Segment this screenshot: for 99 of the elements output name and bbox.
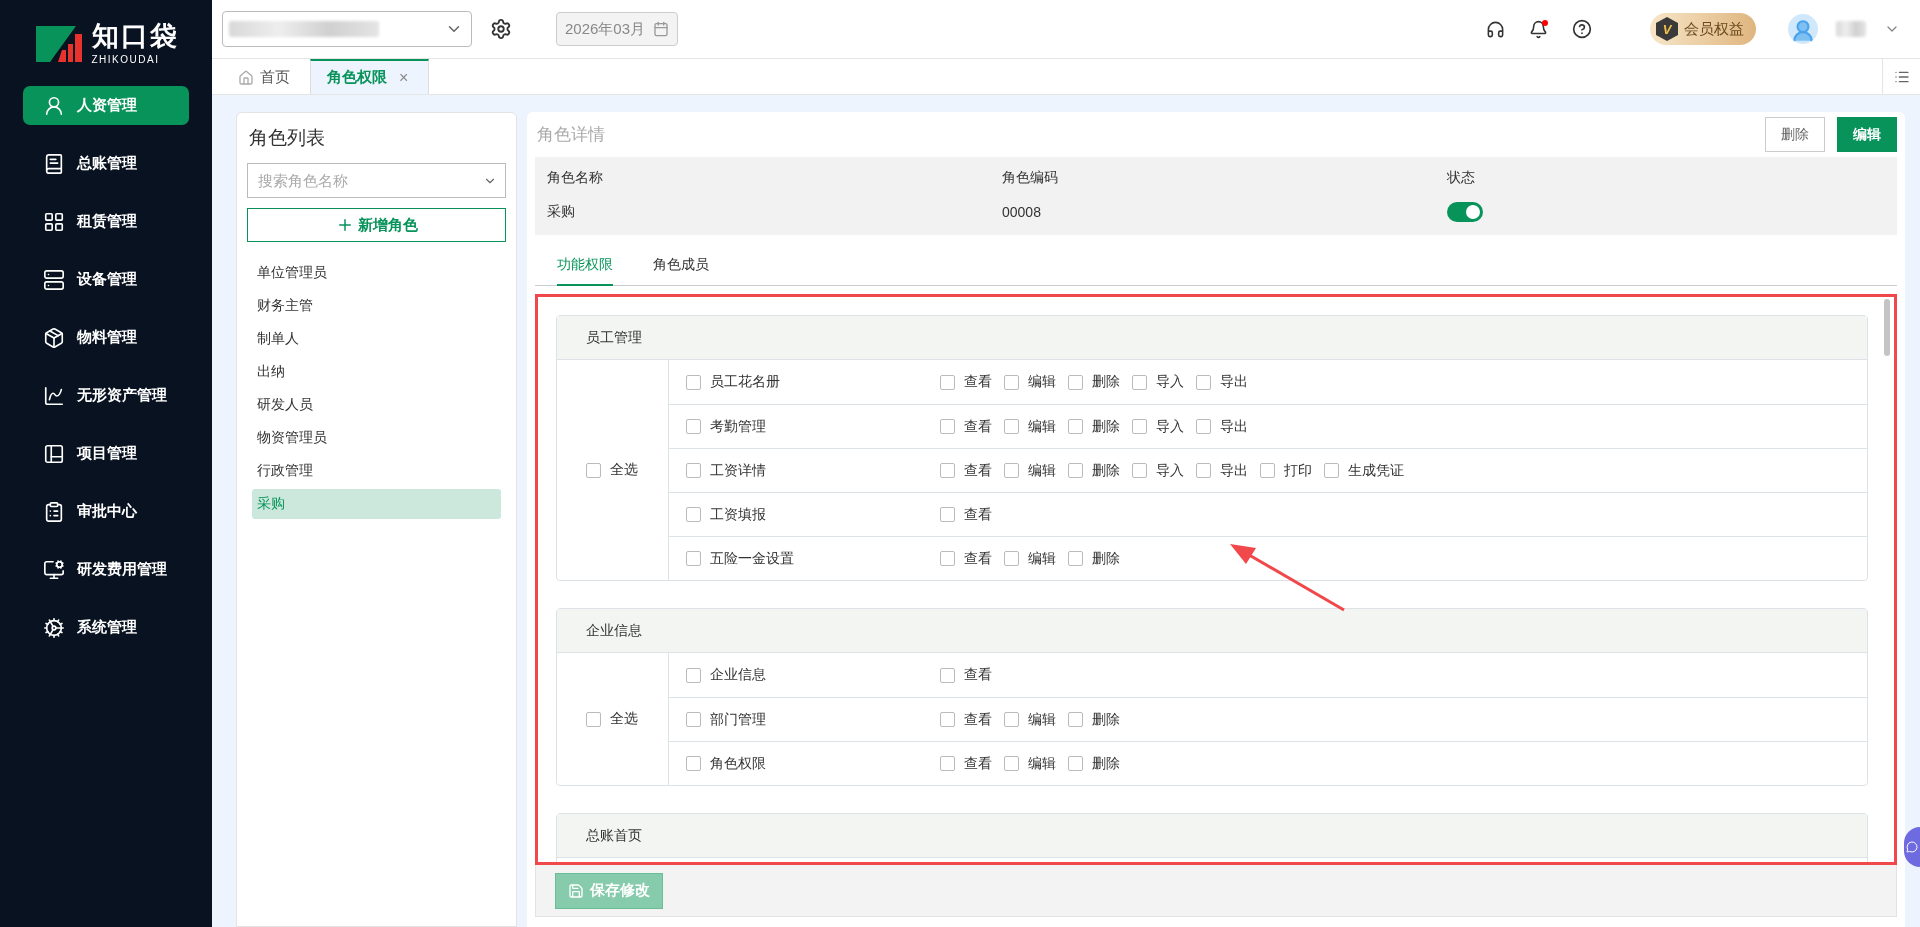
permission-checkbox[interactable]: 编辑 [1004,754,1056,773]
package-icon [43,326,65,349]
permission-checkbox[interactable]: 删除 [1068,461,1120,480]
permission-checkbox[interactable]: 查看 [940,373,992,391]
sidebar-item[interactable]: 总账管理 [23,144,189,183]
sidebar-item[interactable]: 物料管理 [23,318,189,357]
clipboard-icon [43,500,65,523]
settings-icon [43,616,65,639]
group-title: 员工管理 [557,316,1867,360]
sidebar-item[interactable]: 设备管理 [23,260,189,299]
permission-checkbox[interactable]: 导入 [1132,417,1184,436]
permission-checkbox[interactable]: 编辑 [1004,549,1056,568]
permission-checkbox[interactable]: 编辑 [1004,417,1056,436]
permission-checkbox[interactable]: 导出 [1196,461,1248,480]
avatar[interactable] [1788,14,1818,44]
permission-checkbox[interactable]: 编辑 [1004,710,1056,729]
permission-checkbox[interactable]: 编辑 [1004,461,1056,480]
home-icon [238,69,254,86]
permission-checkbox[interactable]: 删除 [1068,417,1120,436]
permission-checkbox[interactable]: 查看 [940,461,992,480]
sidebar-item[interactable]: 租赁管理 [23,202,189,241]
role-item[interactable]: 单位管理员 [252,258,501,288]
headset-icon[interactable] [1486,19,1505,39]
server-icon [43,268,65,291]
detail-tab[interactable]: 功能权限 [557,245,613,286]
layout-icon [43,442,65,465]
save-icon [568,882,584,899]
role-item[interactable]: 财务主管 [252,291,501,321]
role-item[interactable]: 研发人员 [252,390,501,420]
role-item[interactable]: 行政管理 [252,456,501,486]
sidebar-item[interactable]: 研发费用管理 [23,550,189,589]
permission-checkbox[interactable]: 查看 [940,549,992,568]
status-switch[interactable] [1447,202,1483,222]
panel-title: 角色详情 [536,124,605,146]
settings-icon[interactable] [490,18,512,40]
permission-checkbox[interactable]: 角色权限 [686,754,766,773]
permission-checkbox[interactable]: 删除 [1068,373,1120,391]
chart-icon [43,384,65,407]
permission-checkbox[interactable]: 查看 [940,710,992,729]
sidebar-item[interactable]: 系统管理 [23,608,189,647]
add-role-button[interactable]: 新增角色 [247,208,506,242]
permission-checkbox[interactable]: 查看 [940,754,992,773]
role-item[interactable]: 物资管理员 [252,423,501,453]
vip-button[interactable]: V 会员权益 [1650,13,1756,45]
permission-checkbox[interactable]: 考勤管理 [686,417,766,436]
field-label: 状态 [1447,169,1476,187]
vip-badge-icon: V [1656,17,1678,41]
logo-subtitle: ZHIKOUDAI [91,54,161,65]
role-item[interactable]: 制单人 [252,324,501,354]
edit-button[interactable]: 编辑 [1837,117,1897,152]
delete-button[interactable]: 删除 [1765,117,1825,152]
field-value: 采购 [547,202,576,221]
bell-icon[interactable] [1529,19,1548,39]
permission-checkbox[interactable]: 打印 [1260,461,1312,480]
group-title: 总账首页 [557,814,1867,858]
calendar-icon [653,21,670,37]
person-icon [43,94,65,117]
sidebar-item[interactable]: 无形资产管理 [23,376,189,415]
permission-checkbox[interactable]: 五险一金设置 [686,549,794,568]
search-select[interactable]: 搜索角色名称 [247,163,506,198]
user-name-blurred [1836,21,1866,37]
permission-checkbox[interactable]: 删除 [1068,754,1120,773]
permission-checkbox[interactable]: 企业信息 [686,666,766,684]
group-title: 企业信息 [557,609,1867,653]
sidebar-item[interactable]: 审批中心 [23,492,189,531]
field-value: 00008 [1002,203,1042,222]
permission-checkbox[interactable]: 生成凭证 [1324,461,1404,480]
permission-checkbox[interactable]: 工资填报 [686,505,766,524]
permission-checkbox[interactable]: 导出 [1196,373,1248,391]
page-tab[interactable]: 角色权限 × [310,59,430,94]
sidebar-item[interactable]: 人资管理 [23,86,189,125]
permission-checkbox[interactable]: 导出 [1196,417,1248,436]
permission-checkbox[interactable]: 查看 [940,417,992,436]
grid-icon [43,210,65,233]
user-icon [1790,18,1816,44]
panel-title: 角色列表 [249,126,326,150]
permission-checkbox[interactable]: 删除 [1068,549,1120,568]
field-label: 角色名称 [547,169,604,187]
chat-icon [1906,841,1918,853]
permission-checkbox[interactable]: 员工花名册 [686,373,780,391]
ledger-icon [43,152,65,175]
scrollbar-thumb[interactable] [1884,299,1890,356]
detail-tab[interactable]: 角色成员 [653,245,709,286]
role-item[interactable]: 出纳 [252,357,501,387]
monitor-icon [43,558,65,581]
logo-text: 知口袋 [91,23,179,50]
help-icon[interactable] [1572,19,1592,39]
permission-checkbox[interactable]: 查看 [940,666,992,684]
sidebar-item[interactable]: 项目管理 [23,434,189,473]
permission-checkbox[interactable]: 全选 [585,710,638,728]
permission-checkbox[interactable]: 工资详情 [686,461,766,480]
permission-checkbox[interactable]: 全选 [585,461,638,479]
permission-checkbox[interactable]: 查看 [940,505,992,524]
field-label: 角色编码 [1002,169,1059,187]
permission-checkbox[interactable]: 编辑 [1004,373,1056,391]
permission-checkbox[interactable]: 导入 [1132,461,1184,480]
permission-checkbox[interactable]: 导入 [1132,373,1184,391]
permission-checkbox[interactable]: 删除 [1068,710,1120,729]
permission-checkbox[interactable]: 部门管理 [686,710,766,729]
